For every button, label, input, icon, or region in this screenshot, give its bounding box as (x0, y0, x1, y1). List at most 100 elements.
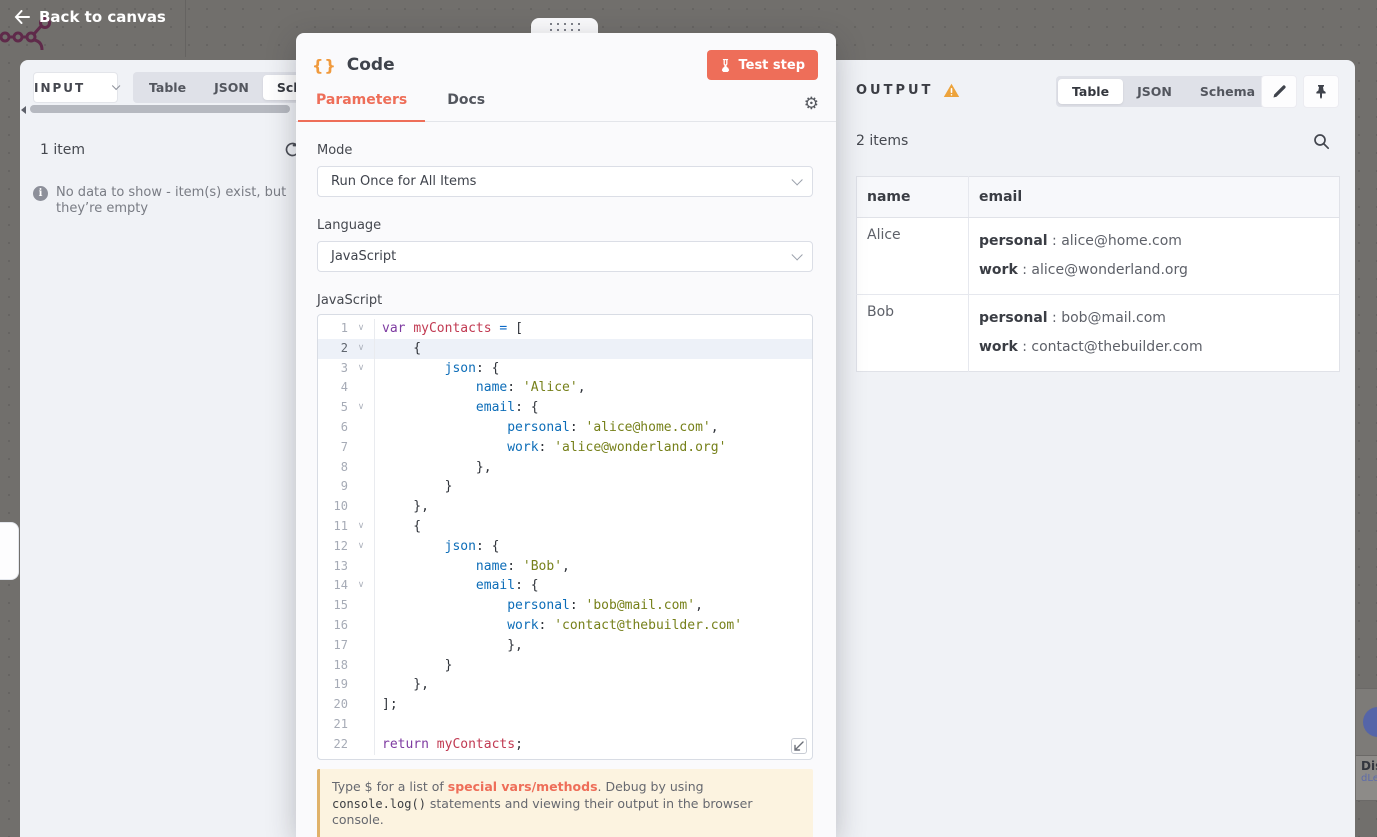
input-tab-table[interactable]: Table (135, 75, 200, 100)
code-line-6[interactable]: 6 personal: 'alice@home.com', (318, 417, 812, 438)
editor-resize-handle[interactable] (791, 738, 807, 754)
code-line-7[interactable]: 7 work: 'alice@wonderland.org' (318, 437, 812, 458)
pencil-icon (1272, 84, 1287, 99)
edit-output-button[interactable] (1261, 75, 1297, 108)
search-icon[interactable] (1313, 133, 1330, 150)
back-to-canvas-button[interactable]: Back to canvas (14, 8, 166, 26)
language-value: JavaScript (331, 249, 397, 264)
code-line-13[interactable]: 13 name: 'Bob', (318, 556, 812, 577)
cell-name: Alice (856, 217, 969, 295)
pin-icon (1314, 84, 1328, 99)
column-header-email[interactable]: email (968, 176, 1340, 218)
email-entry: work : alice@wonderland.org (979, 262, 1188, 278)
code-line-5[interactable]: 5 ∨ email: { (318, 398, 812, 418)
modal-header: {} Code Test step (296, 33, 836, 80)
input-tab-json[interactable]: JSON (200, 75, 263, 100)
code-line-16[interactable]: 16 work: 'contact@thebuilder.com' (318, 615, 812, 636)
fold-chevron-icon[interactable]: ∨ (348, 398, 374, 418)
line-number: 22 (333, 736, 348, 751)
input-source-select[interactable]: INPUT (33, 72, 121, 103)
output-tab-table[interactable]: Table (1058, 79, 1124, 104)
fold-chevron-icon[interactable]: ∨ (348, 576, 374, 596)
code-line-4[interactable]: 4 name: 'Alice', (318, 378, 812, 399)
header-divider (185, 0, 186, 57)
code-line-21[interactable]: 21 (318, 714, 812, 735)
line-number: 8 (340, 459, 348, 474)
code-text: { (382, 340, 422, 356)
input-empty-callout: i No data to show - item(s) exist, but t… (33, 185, 298, 217)
pin-data-button[interactable] (1303, 75, 1339, 108)
line-number: 21 (333, 716, 348, 731)
code-line-18[interactable]: 18 } (318, 655, 812, 676)
code-line-10[interactable]: 10 }, (318, 497, 812, 517)
code-line-15[interactable]: 15 personal: 'bob@mail.com', (318, 596, 812, 616)
tab-docs[interactable]: Docs (429, 92, 503, 122)
fold-chevron-icon[interactable]: ∨ (348, 339, 374, 359)
fold-chevron-icon[interactable]: ∨ (348, 517, 374, 537)
output-tab-schema[interactable]: Schema (1186, 79, 1269, 104)
column-header-name[interactable]: name (856, 176, 969, 218)
code-line-2[interactable]: 2 ∨ { (318, 338, 812, 359)
editor-gutter: 7 (318, 437, 375, 458)
code-line-3[interactable]: 3 ∨ json: { (318, 358, 812, 379)
tab-parameters[interactable]: Parameters (298, 92, 426, 122)
code-text: ]; (382, 697, 398, 713)
line-number: 13 (333, 558, 348, 573)
table-row[interactable]: Alice personal : alice@home.com work : ali… (856, 217, 1340, 295)
code-line-20[interactable]: 20]; (318, 695, 812, 715)
code-line-17[interactable]: 17 }, (318, 635, 812, 656)
editor-label: JavaScript (317, 293, 383, 308)
code-text: personal: 'bob@mail.com', (507, 598, 703, 614)
email-entry: work : contact@thebuilder.com (979, 339, 1203, 355)
editor-gutter: 15 (318, 596, 375, 616)
scroll-left-arrow[interactable] (21, 106, 26, 114)
code-line-19[interactable]: 19 }, (318, 675, 812, 696)
editor-gutter: 5 ∨ (318, 398, 375, 418)
code-editor[interactable]: 1 ∨ var myContacts = [2 ∨ {3 ∨ json: {4 name… (317, 314, 813, 760)
line-number: 10 (333, 499, 348, 514)
line-number: 17 (333, 637, 348, 652)
output-table: name email Alice personal : alice@home.co… (856, 176, 1340, 372)
code-text: }, (382, 677, 429, 693)
horizontal-scrollbar[interactable] (30, 105, 290, 113)
editor-gutter: 2 ∨ (318, 338, 375, 359)
code-line-22[interactable]: 22 return myContacts; (318, 734, 812, 755)
line-number: 12 (333, 538, 348, 553)
code-line-14[interactable]: 14 ∨ email: { (318, 576, 812, 597)
editor-gutter: 8 (318, 457, 375, 478)
code-line-12[interactable]: 12 ∨ json: { (318, 536, 812, 557)
fold-chevron-icon[interactable]: ∨ (348, 537, 374, 557)
code-line-11[interactable]: 11 ∨ { (318, 516, 812, 537)
line-number: 1 (340, 321, 348, 335)
editor-gutter: 14 ∨ (318, 576, 375, 597)
code-line-8[interactable]: 8 }, (318, 457, 812, 478)
code-line-1[interactable]: 1 ∨ var myContacts = [ (318, 319, 812, 339)
node-title[interactable]: Code (347, 55, 395, 75)
line-number: 9 (340, 479, 348, 494)
code-text: work: 'alice@wonderland.org' (507, 439, 727, 455)
fold-chevron-icon[interactable]: ∨ (348, 319, 374, 339)
editor-gutter: 12 ∨ (318, 536, 375, 557)
fold-chevron-icon[interactable]: ∨ (348, 359, 374, 379)
modal-body: Mode Run Once for All Items Language Jav… (296, 122, 836, 837)
code-text: name: 'Bob', (475, 558, 570, 574)
output-tab-json[interactable]: JSON (1123, 79, 1186, 104)
table-row[interactable]: Bob personal : bob@mail.com work : contact… (857, 294, 1340, 372)
warning-icon (943, 83, 960, 98)
gear-icon[interactable]: ⚙ (804, 96, 819, 113)
editor-gutter: 1 ∨ (318, 319, 375, 339)
code-line-9[interactable]: 9 } (318, 477, 812, 498)
special-vars-link[interactable]: special vars/methods (448, 779, 598, 794)
language-select[interactable]: JavaScript (317, 241, 813, 272)
left-drag-handle[interactable] (0, 522, 19, 580)
mode-select[interactable]: Run Once for All Items (317, 166, 813, 197)
code-text: return myContacts; (382, 736, 523, 752)
email-entry: personal : alice@home.com (979, 233, 1182, 249)
code-node-icon: {} (312, 55, 337, 75)
test-step-button[interactable]: Test step (707, 50, 818, 80)
